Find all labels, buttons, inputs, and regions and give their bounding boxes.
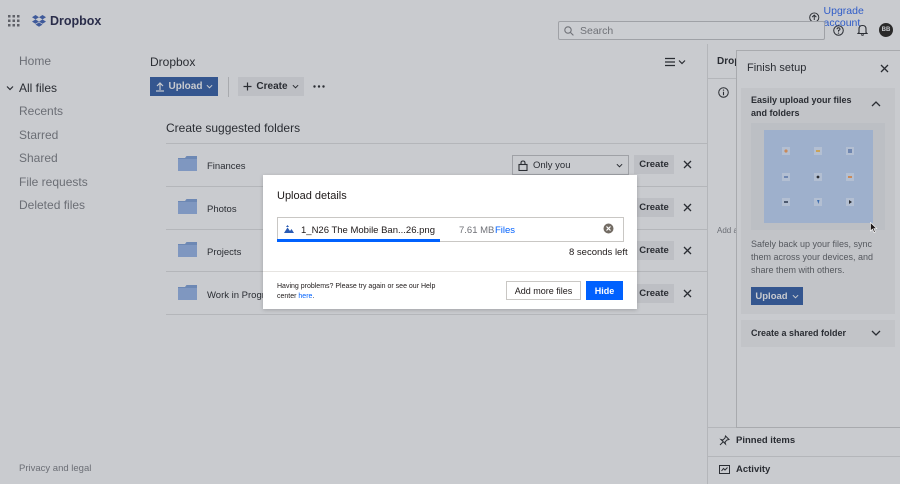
row-divider xyxy=(166,143,708,144)
folder-name[interactable]: Finances xyxy=(207,161,246,172)
finish-setup-title: Finish setup xyxy=(747,62,807,74)
sidebar-item-home[interactable]: Home xyxy=(19,54,51,68)
info-icon[interactable] xyxy=(718,87,729,98)
sidebar-item-starred[interactable]: Starred xyxy=(19,128,58,142)
upload-destination-link[interactable]: Files xyxy=(495,225,515,236)
plus-icon xyxy=(243,82,252,91)
setup-upload-label: Upload xyxy=(755,290,788,302)
folder-name[interactable]: Projects xyxy=(207,247,241,258)
pinned-items-label: Pinned items xyxy=(736,435,796,446)
lock-icon xyxy=(518,159,528,171)
sidebar: Home All files Recents Starred Shared Fi… xyxy=(0,44,141,484)
chevron-up-icon[interactable] xyxy=(871,100,881,107)
upload-card-title[interactable]: Easily upload your files and folders xyxy=(751,94,869,120)
upload-file-size: 7.61 MB xyxy=(459,225,495,236)
info-panel-text: Add a xyxy=(717,226,738,235)
chevron-down-icon[interactable] xyxy=(871,330,881,337)
search-input[interactable]: Search xyxy=(558,21,825,40)
more-options-icon[interactable] xyxy=(313,85,325,88)
dropbox-logo[interactable]: Dropbox xyxy=(32,14,101,28)
sidebar-item-deleted-files[interactable]: Deleted files xyxy=(19,198,85,212)
chevron-down-icon xyxy=(792,294,799,299)
sidebar-item-shared[interactable]: Shared xyxy=(19,151,58,165)
pin-icon xyxy=(719,435,730,446)
activity-label: Activity xyxy=(736,464,771,475)
list-view-icon xyxy=(665,57,686,67)
create-folder-button[interactable]: Create xyxy=(634,241,674,260)
sharing-select[interactable]: Only you xyxy=(512,155,629,175)
dismiss-icon[interactable] xyxy=(683,289,692,298)
hide-button[interactable]: Hide xyxy=(586,281,623,300)
dropbox-logo-icon xyxy=(32,14,46,27)
cancel-upload-icon[interactable] xyxy=(603,223,614,234)
view-options[interactable] xyxy=(665,57,687,67)
sharing-select-value: Only you xyxy=(533,159,571,171)
time-remaining: 8 seconds left xyxy=(569,247,628,258)
add-more-files-button[interactable]: Add more files xyxy=(506,281,581,300)
chevron-down-icon[interactable] xyxy=(6,84,14,92)
notifications-bell-icon[interactable] xyxy=(857,24,868,36)
pinned-items-section[interactable]: Pinned items xyxy=(719,435,795,446)
privacy-legal-link[interactable]: Privacy and legal xyxy=(19,463,91,474)
dialog-title: Upload details xyxy=(277,190,347,202)
upload-button[interactable]: Upload xyxy=(150,77,218,96)
search-placeholder: Search xyxy=(580,24,614,37)
dismiss-icon[interactable] xyxy=(683,203,692,212)
create-button[interactable]: Create xyxy=(238,77,304,96)
dialog-divider xyxy=(263,271,637,272)
dismiss-icon[interactable] xyxy=(683,160,692,169)
folder-icon xyxy=(178,242,197,257)
setup-upload-button[interactable]: Upload xyxy=(751,287,803,305)
folder-icon xyxy=(178,285,197,300)
sidebar-item-recents[interactable]: Recents xyxy=(19,104,63,118)
create-folder-button[interactable]: Create xyxy=(634,284,674,303)
folder-name[interactable]: Photos xyxy=(207,204,237,215)
help-icon[interactable] xyxy=(833,25,844,36)
mouse-cursor-icon xyxy=(870,222,878,233)
create-folder-button[interactable]: Create xyxy=(634,155,674,174)
help-center-link[interactable]: here xyxy=(298,293,312,300)
upload-label: Upload xyxy=(168,81,203,92)
avatar[interactable]: BB xyxy=(879,23,893,37)
row-divider xyxy=(166,314,708,315)
sidebar-item-file-requests[interactable]: File requests xyxy=(19,175,88,189)
panel-divider xyxy=(707,456,900,457)
upload-card-description: Safely back up your files, sync them acr… xyxy=(751,239,874,275)
chevron-down-icon xyxy=(616,163,623,168)
upload-icon xyxy=(155,81,164,92)
sidebar-item-all-files[interactable]: All files xyxy=(19,81,57,95)
activity-section[interactable]: Activity xyxy=(719,464,770,475)
upload-file-name: 1_N26 The Mobile Ban...26.png xyxy=(301,225,435,236)
create-label: Create xyxy=(256,81,288,92)
dismiss-icon[interactable] xyxy=(683,246,692,255)
folder-icon xyxy=(178,156,197,171)
search-icon xyxy=(564,25,574,36)
breadcrumb[interactable]: Dropbox xyxy=(150,55,195,69)
app-grid-icon[interactable] xyxy=(8,15,20,27)
suggested-folders-title: Create suggested folders xyxy=(166,121,301,135)
folder-icon xyxy=(178,199,197,214)
activity-icon xyxy=(719,465,730,474)
upload-progress-bar xyxy=(277,239,440,242)
close-icon[interactable] xyxy=(880,64,889,73)
toolbar-divider xyxy=(228,77,229,97)
shared-folder-title[interactable]: Create a shared folder xyxy=(751,328,846,338)
create-folder-button[interactable]: Create xyxy=(634,198,674,217)
help-text-end: . xyxy=(312,293,315,300)
image-file-icon xyxy=(284,224,294,233)
help-text: Having problems? Please try again or see… xyxy=(277,282,452,302)
chevron-down-icon xyxy=(292,84,299,89)
file-icons-illustration xyxy=(764,130,873,223)
logo-text: Dropbox xyxy=(50,14,102,28)
chevron-down-icon xyxy=(206,84,213,89)
